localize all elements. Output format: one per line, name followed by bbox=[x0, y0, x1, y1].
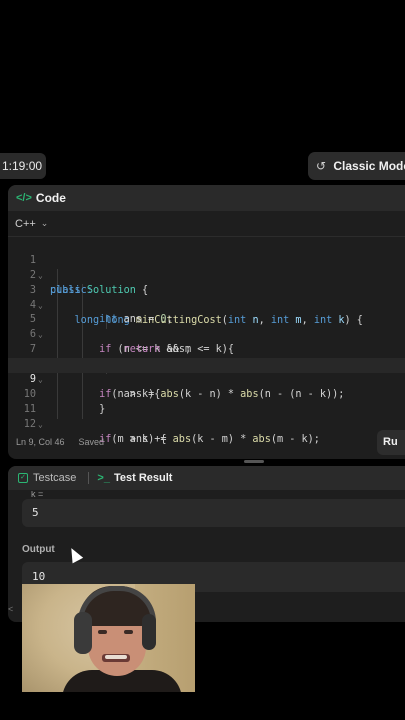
run-button[interactable]: Ru bbox=[377, 430, 405, 455]
code-line: 1 ⌄ class Solution { bbox=[8, 239, 405, 296]
tab-test-result-label: Test Result bbox=[113, 472, 173, 484]
code-line: 11 ⌄ if(m > k) { bbox=[8, 388, 405, 445]
scroll-left-icon[interactable]: < bbox=[8, 604, 13, 614]
code-line: 4 int ans = 0; bbox=[8, 284, 405, 326]
classic-mode-label: Classic Mode bbox=[333, 159, 405, 173]
language-select[interactable]: C++ ⌄ bbox=[8, 211, 405, 237]
code-line: 12 ans += abs(k - m) * abs(m - k); bbox=[8, 403, 405, 445]
tab-testcase-label: Testcase bbox=[33, 472, 77, 484]
terminal-icon: >_ bbox=[97, 472, 110, 484]
top-bar: 1:19:00 ↺ Classic Mode bbox=[0, 151, 405, 181]
code-line: 10 } bbox=[8, 373, 405, 415]
code-panel: </> Code C++ ⌄ 1 ⌄ class Solution { 2 pu… bbox=[8, 185, 405, 459]
undo-icon: ↺ bbox=[316, 159, 327, 173]
code-icon: </> bbox=[16, 192, 32, 204]
input-k-value: 5 bbox=[22, 499, 405, 527]
chevron-down-icon: ⌄ bbox=[40, 218, 49, 228]
tab-test-result[interactable]: >_ Test Result bbox=[97, 472, 172, 484]
code-line: 2 public: bbox=[8, 254, 405, 296]
input-k-label: k = bbox=[31, 491, 44, 497]
tab-divider bbox=[88, 472, 90, 484]
classic-mode-button[interactable]: ↺ Classic Mode bbox=[308, 152, 405, 180]
cursor-position: Ln 9, Col 46 bbox=[16, 437, 65, 447]
code-line: 7 } bbox=[8, 328, 405, 370]
editor-status-bar: Ln 9, Col 46 Saved bbox=[8, 431, 405, 453]
output-label: Output bbox=[22, 544, 55, 555]
code-panel-header: </> Code bbox=[8, 185, 405, 211]
language-label: C++ bbox=[15, 217, 36, 230]
result-tabs: ✓ Testcase >_ Test Result bbox=[8, 466, 405, 490]
webcam-overlay bbox=[22, 584, 195, 692]
panel-resize-handle[interactable] bbox=[244, 460, 264, 463]
code-line: 6 return ans; bbox=[8, 313, 405, 355]
saved-status: Saved bbox=[78, 437, 105, 447]
timer[interactable]: 1:19:00 bbox=[0, 153, 46, 179]
code-editor[interactable]: 1 ⌄ class Solution { 2 public: 3 ⌄ long … bbox=[8, 239, 405, 445]
code-line-active: 9 ans = abs(k - n) * abs(n - (n - k)); bbox=[8, 358, 405, 400]
code-line: 8 ⌄ if(n > k){ bbox=[8, 343, 405, 400]
tab-testcase[interactable]: ✓ Testcase bbox=[18, 472, 76, 484]
checkbox-icon: ✓ bbox=[18, 473, 28, 483]
code-line: 3 ⌄ long long minCuttingCost(int n, int … bbox=[8, 269, 405, 326]
screen: 1:19:00 ↺ Classic Mode </> Code C++ ⌄ 1 … bbox=[0, 0, 405, 720]
code-panel-title: Code bbox=[35, 191, 66, 205]
code-line: 5 ⌄ if (n <= k && m <= k){ bbox=[8, 299, 405, 355]
